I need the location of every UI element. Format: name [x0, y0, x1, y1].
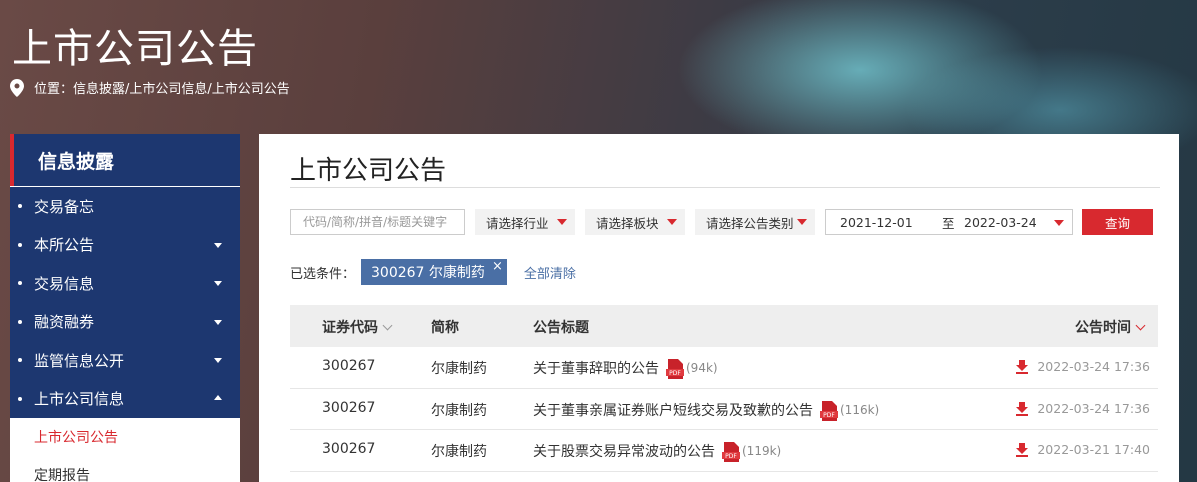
download-icon[interactable]	[1015, 360, 1029, 374]
announcement-table: 证券代码 简称 公告标题 公告时间 300267 尔康制药 关于董事辞职的公告 …	[290, 305, 1158, 472]
sidebar-item-trading-info[interactable]: 交易信息	[10, 264, 240, 303]
selected-conditions-label: 已选条件：	[290, 266, 356, 282]
clear-all-link[interactable]: 全部清除	[524, 263, 576, 282]
svg-text:PDF: PDF	[725, 453, 737, 460]
close-icon[interactable]: ×	[492, 259, 503, 274]
query-button[interactable]: 查询	[1082, 209, 1153, 235]
location-pin-icon	[10, 78, 24, 97]
download-icon[interactable]	[1015, 401, 1029, 416]
sidebar-heading: 信息披露	[10, 134, 240, 186]
breadcrumb: 位置：信息披露/上市公司信息/上市公司公告	[10, 78, 290, 97]
sidebar-item-label: 监管信息公开	[34, 351, 125, 370]
date-range-picker[interactable]: 2021-12-01 至 2022-03-24	[825, 209, 1073, 235]
dropdown-arrow-icon	[667, 219, 677, 225]
header-title: 公告标题	[533, 320, 589, 336]
board-select-label: 请选择板块	[596, 215, 659, 231]
bullet-icon	[18, 319, 22, 324]
file-size: (119k)	[742, 444, 782, 458]
sidebar-item-exchange-notices[interactable]: 本所公告	[10, 226, 240, 265]
category-select-label: 请选择公告类别	[706, 215, 794, 231]
date-from: 2021-12-01	[840, 214, 913, 230]
header-time[interactable]: 公告时间	[1075, 317, 1146, 337]
condition-tag: 300267 尔康制药 ×	[361, 259, 507, 285]
svg-text:PDF: PDF	[669, 370, 681, 377]
sidebar: 信息披露 交易备忘 本所公告 交易信息 融资融券 监管信息公开 上市公司信息 上…	[10, 134, 240, 482]
header-time-label: 公告时间	[1075, 320, 1131, 336]
bullet-icon	[18, 358, 22, 363]
sidebar-item-label: 交易备忘	[34, 197, 95, 216]
sidebar-item-trading-memo[interactable]: 交易备忘	[10, 187, 240, 226]
industry-select[interactable]: 请选择行业	[475, 209, 575, 235]
banner-title: 上市公司公告	[12, 26, 258, 72]
dropdown-arrow-icon	[557, 219, 567, 225]
table-row: 300267 尔康制药 关于董事亲属证券账户短线交易及致歉的公告 PDF (11…	[290, 389, 1158, 430]
caret-down-icon	[214, 242, 222, 248]
selected-conditions: 已选条件： 300267 尔康制药 × 全部清除	[290, 259, 576, 285]
cell-time: 2022-03-24 17:36	[1037, 400, 1150, 416]
table-row: 300267 尔康制药 关于董事辞职的公告 PDF (94k) 2022-03-…	[290, 347, 1158, 389]
caret-down-icon	[214, 358, 222, 363]
cell-title: 关于股票交易异常波动的公告 PDF (119k)	[533, 441, 782, 462]
cell-time: 2022-03-21 17:40	[1037, 442, 1150, 457]
date-to: 2022-03-24	[964, 214, 1037, 230]
sidebar-item-margin-trading[interactable]: 融资融券	[10, 303, 240, 342]
header-name: 简称	[431, 320, 459, 336]
header-code[interactable]: 证券代码	[322, 317, 393, 337]
pdf-icon[interactable]: PDF	[722, 442, 740, 462]
sort-chevron-icon	[382, 320, 393, 331]
industry-select-label: 请选择行业	[486, 215, 549, 231]
keyword-search-input[interactable]	[290, 209, 465, 235]
date-separator: 至	[942, 215, 955, 231]
sort-chevron-icon	[1135, 320, 1146, 331]
table-header: 证券代码 简称 公告标题 公告时间	[290, 305, 1158, 347]
cell-code: 300267	[322, 358, 376, 374]
sidebar-item-label: 本所公告	[34, 236, 95, 255]
caret-down-icon	[214, 281, 222, 286]
bullet-icon	[18, 281, 22, 286]
pdf-icon[interactable]: PDF	[666, 359, 684, 379]
breadcrumb-text: 位置：信息披露/上市公司信息/上市公司公告	[34, 82, 290, 97]
sidebar-submenu: 上市公司公告 定期报告	[10, 418, 240, 482]
sidebar-item-listed-company-info[interactable]: 上市公司信息	[10, 380, 240, 419]
bullet-icon	[18, 204, 22, 209]
cell-code: 300267	[322, 399, 376, 416]
svg-text:PDF: PDF	[823, 411, 835, 418]
cell-code: 300267	[322, 441, 376, 457]
sidebar-item-label: 上市公司信息	[34, 390, 125, 409]
dropdown-arrow-icon	[797, 219, 807, 225]
cell-time: 2022-03-24 17:36	[1037, 359, 1150, 374]
caret-up-icon	[214, 394, 222, 400]
cell-title: 关于董事亲属证券账户短线交易及致歉的公告 PDF (116k)	[533, 400, 880, 421]
main-panel: 上市公司公告 请选择行业 请选择板块 请选择公告类别 2021-12-01 至 …	[259, 134, 1179, 482]
announcement-title-link[interactable]: 关于股票交易异常波动的公告	[533, 441, 715, 461]
sidebar-item-label: 交易信息	[34, 274, 95, 293]
sidebar-item-regulatory-info[interactable]: 监管信息公开	[10, 341, 240, 380]
cell-name: 尔康制药	[431, 402, 487, 419]
category-select[interactable]: 请选择公告类别	[695, 209, 815, 235]
file-size: (94k)	[686, 361, 718, 375]
cell-name: 尔康制药	[431, 444, 487, 460]
page-title: 上市公司公告	[290, 156, 447, 186]
caret-down-icon	[214, 319, 222, 325]
sidebar-subitem-periodic-reports[interactable]: 定期报告	[10, 456, 240, 482]
table-row: 300267 尔康制药 关于股票交易异常波动的公告 PDF (119k) 202…	[290, 430, 1158, 472]
bullet-icon	[18, 396, 22, 401]
dropdown-arrow-icon	[1054, 220, 1064, 226]
pdf-icon[interactable]: PDF	[820, 400, 838, 421]
announcement-title-link[interactable]: 关于董事辞职的公告	[533, 358, 659, 378]
cell-title: 关于董事辞职的公告 PDF (94k)	[533, 358, 718, 379]
sidebar-subitem-announcements[interactable]: 上市公司公告	[10, 418, 240, 456]
sidebar-item-label: 融资融券	[34, 313, 95, 332]
download-icon[interactable]	[1015, 443, 1029, 457]
header-code-label: 证券代码	[322, 320, 378, 336]
bullet-icon	[18, 242, 22, 247]
sidebar-menu: 交易备忘 本所公告 交易信息 融资融券 监管信息公开 上市公司信息	[10, 186, 240, 418]
file-size: (116k)	[840, 402, 880, 417]
title-divider	[290, 187, 1160, 188]
condition-tag-text: 300267 尔康制药	[371, 265, 485, 281]
announcement-title-link[interactable]: 关于董事亲属证券账户短线交易及致歉的公告	[533, 400, 813, 420]
board-select[interactable]: 请选择板块	[585, 209, 685, 235]
cell-name: 尔康制药	[431, 361, 487, 377]
